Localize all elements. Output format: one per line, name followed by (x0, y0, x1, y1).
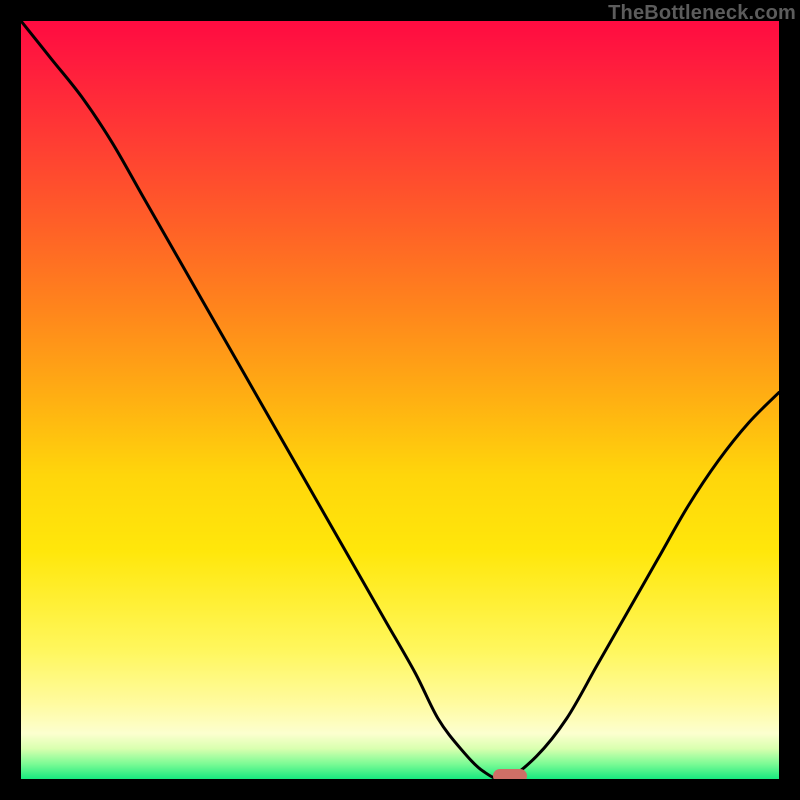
optimal-marker (493, 769, 527, 779)
watermark-text: TheBottleneck.com (608, 2, 796, 25)
plot-area (21, 21, 779, 779)
bottleneck-curve (21, 21, 779, 779)
chart-frame: TheBottleneck.com (0, 0, 800, 800)
